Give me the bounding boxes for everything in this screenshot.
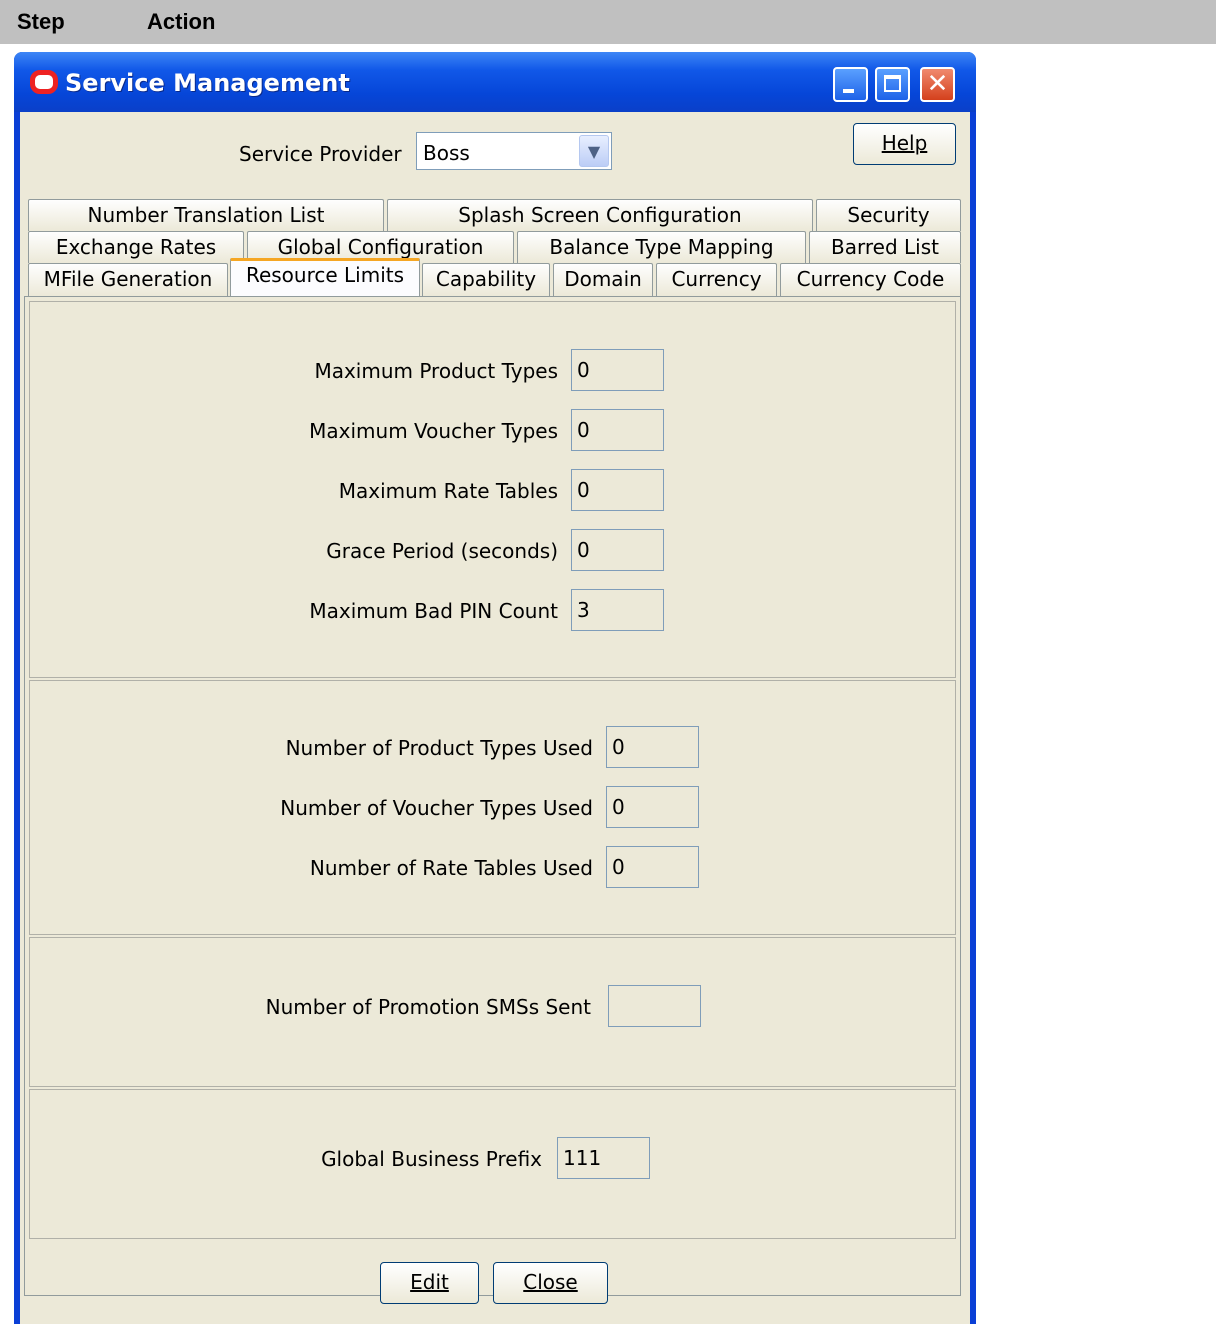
limits-section: Maximum Product Types 0 Maximum Voucher … bbox=[29, 301, 956, 678]
global-business-prefix-label: Global Business Prefix bbox=[321, 1147, 542, 1171]
rate-tables-used-field[interactable]: 0 bbox=[606, 846, 699, 888]
max-rate-tables-label: Maximum Rate Tables bbox=[338, 479, 558, 503]
max-voucher-types-field[interactable]: 0 bbox=[571, 409, 664, 451]
chevron-down-icon[interactable]: ▼ bbox=[579, 135, 609, 167]
rate-tables-used-label: Number of Rate Tables Used bbox=[309, 856, 593, 880]
close-icon: ✕ bbox=[926, 69, 949, 99]
maximize-icon bbox=[884, 75, 901, 92]
business-prefix-section: Global Business Prefix 111 bbox=[29, 1089, 956, 1239]
title-bar[interactable]: Service Management ✕ bbox=[14, 52, 976, 112]
minimize-button[interactable] bbox=[833, 67, 868, 102]
grace-period-field[interactable]: 0 bbox=[571, 529, 664, 571]
action-column-header: Action bbox=[147, 9, 216, 34]
max-bad-pin-count-label: Maximum Bad PIN Count bbox=[309, 599, 558, 623]
tab-resource-limits[interactable]: Resource Limits bbox=[230, 258, 420, 296]
window-client-area: Service Provider Boss ▼ Help Number Tran… bbox=[20, 112, 970, 1324]
minimize-icon bbox=[843, 89, 854, 93]
tab-barred-list[interactable]: Barred List bbox=[809, 231, 961, 263]
tab-security[interactable]: Security bbox=[816, 199, 961, 231]
tab-currency[interactable]: Currency bbox=[656, 263, 777, 296]
tab-splash-screen-configuration[interactable]: Splash Screen Configuration bbox=[387, 199, 813, 231]
promotion-section: Number of Promotion SMSs Sent bbox=[29, 937, 956, 1087]
close-button[interactable]: Close bbox=[493, 1262, 608, 1304]
service-management-window: Service Management ✕ Service Provider Bo… bbox=[14, 52, 976, 1324]
tab-mfile-generation[interactable]: MFile Generation bbox=[28, 263, 228, 296]
tab-number-translation-list[interactable]: Number Translation List bbox=[28, 199, 384, 231]
promotion-sms-sent-label: Number of Promotion SMSs Sent bbox=[265, 995, 591, 1019]
product-types-used-label: Number of Product Types Used bbox=[285, 736, 593, 760]
service-provider-select[interactable]: Boss ▼ bbox=[416, 132, 612, 170]
tab-domain[interactable]: Domain bbox=[553, 263, 653, 296]
tab-capability[interactable]: Capability bbox=[422, 263, 550, 296]
max-product-types-label: Maximum Product Types bbox=[314, 359, 558, 383]
step-column-header: Step bbox=[17, 9, 65, 34]
resource-limits-panel: Maximum Product Types 0 Maximum Voucher … bbox=[24, 296, 961, 1296]
max-rate-tables-field[interactable]: 0 bbox=[571, 469, 664, 511]
edit-button[interactable]: Edit bbox=[380, 1262, 479, 1304]
global-business-prefix-field[interactable]: 111 bbox=[557, 1137, 650, 1179]
tab-balance-type-mapping[interactable]: Balance Type Mapping bbox=[517, 231, 806, 263]
maximize-button[interactable] bbox=[875, 67, 910, 102]
help-button-label: Help bbox=[881, 131, 928, 155]
max-voucher-types-label: Maximum Voucher Types bbox=[309, 419, 558, 443]
service-provider-value: Boss bbox=[423, 141, 470, 165]
close-button-label: Close bbox=[523, 1270, 578, 1294]
usage-section: Number of Product Types Used 0 Number of… bbox=[29, 680, 956, 935]
help-button[interactable]: Help bbox=[853, 123, 956, 165]
grace-period-label: Grace Period (seconds) bbox=[326, 539, 558, 563]
tab-currency-code[interactable]: Currency Code bbox=[780, 263, 961, 296]
promotion-sms-sent-field[interactable] bbox=[608, 985, 701, 1027]
product-types-used-field[interactable]: 0 bbox=[606, 726, 699, 768]
voucher-types-used-field[interactable]: 0 bbox=[606, 786, 699, 828]
edit-button-label: Edit bbox=[410, 1270, 449, 1294]
max-product-types-field[interactable]: 0 bbox=[571, 349, 664, 391]
close-window-button[interactable]: ✕ bbox=[920, 67, 955, 102]
max-bad-pin-count-field[interactable]: 3 bbox=[571, 589, 664, 631]
tab-exchange-rates[interactable]: Exchange Rates bbox=[28, 231, 244, 263]
oracle-logo-icon bbox=[30, 70, 58, 94]
doc-table-header: Step Action bbox=[0, 0, 1216, 44]
voucher-types-used-label: Number of Voucher Types Used bbox=[280, 796, 593, 820]
window-title: Service Management bbox=[65, 69, 350, 97]
service-provider-label: Service Provider bbox=[239, 142, 402, 166]
